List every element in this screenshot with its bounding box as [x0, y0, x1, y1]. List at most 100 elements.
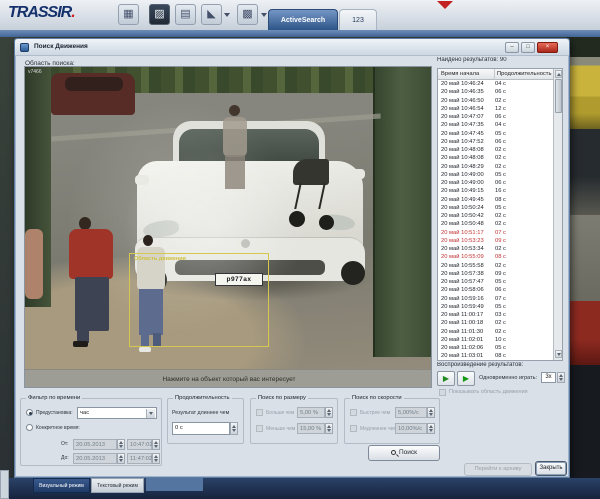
from-time-spinner[interactable] [152, 439, 160, 450]
baby-stroller[interactable] [287, 159, 339, 231]
to-time-spinner[interactable] [152, 453, 160, 464]
result-row[interactable]: 20 май 10:59:1607 с [438, 295, 553, 303]
selection-close-icon[interactable]: × [260, 254, 265, 263]
slower-than-checkbox[interactable] [350, 425, 357, 432]
result-row[interactable]: 20 май 11:01:3002 с [438, 328, 553, 336]
duration-spinner[interactable] [230, 422, 238, 435]
result-row[interactable]: 20 май 10:47:3504 с [438, 121, 553, 129]
column-duration[interactable]: Продолжительность [495, 71, 552, 77]
show-motion-area-checkbox[interactable] [439, 389, 446, 396]
size-filter-title: Поиск по размеру [256, 395, 308, 401]
result-row[interactable]: 20 май 10:47:5206 с [438, 138, 553, 146]
result-row[interactable]: 20 май 10:49:0006 с [438, 179, 553, 187]
result-row[interactable]: 20 май 10:55:5802 с [438, 262, 553, 270]
result-row[interactable]: 20 май 10:46:3506 с [438, 88, 553, 96]
bigger-than-checkbox[interactable] [256, 409, 263, 416]
close-window-button[interactable]: × [537, 42, 558, 53]
bigger-than-value[interactable]: 5,00 % [297, 407, 325, 418]
minimize-button[interactable]: – [505, 42, 519, 53]
pointer-icon[interactable]: ◣ [201, 4, 222, 25]
result-row[interactable]: 20 май 10:50:4202 с [438, 212, 553, 220]
result-row[interactable]: 20 май 10:50:4802 с [438, 220, 553, 228]
result-row[interactable]: 20 май 10:57:4705 с [438, 278, 553, 286]
result-row[interactable]: 20 май 11:03:0108 с [438, 352, 553, 360]
bigger-than-spinner[interactable] [325, 407, 333, 418]
result-row[interactable]: 20 май 10:53:2309 с [438, 237, 553, 245]
results-table-header[interactable]: Время началаПродолжительность [438, 69, 562, 80]
result-row[interactable]: 20 май 11:02:0110 с [438, 336, 553, 344]
result-row[interactable]: 20 май 10:50:2405 с [438, 204, 553, 212]
dialog-titlebar[interactable]: Поиск Движения – □ × [15, 39, 569, 56]
time-filter-title: Фильтр по времени [26, 395, 82, 401]
scroll-down-icon[interactable] [555, 350, 562, 358]
result-row[interactable]: 20 май 10:49:1516 с [438, 187, 553, 195]
document-icon[interactable]: ▤ [175, 4, 196, 25]
tab-activesearch[interactable]: ActiveSearch [268, 9, 338, 30]
scroll-up-icon[interactable] [555, 70, 562, 78]
to-time-field[interactable]: 11:47:02 [127, 453, 152, 464]
result-row[interactable]: 20 май 10:46:5002 с [438, 97, 553, 105]
result-row[interactable]: 20 май 10:51:1707 с [438, 229, 553, 237]
chevron-down-icon[interactable] [224, 13, 230, 17]
video-preview[interactable]: р977ах Область движения × v7466 Нажмите … [24, 66, 432, 388]
play-all-button[interactable]: ▶ [457, 371, 475, 386]
maximize-button[interactable]: □ [521, 42, 535, 53]
result-row[interactable]: 20 май 10:57:3809 с [438, 270, 553, 278]
pedestrian-by-car[interactable] [221, 105, 251, 191]
result-row[interactable]: 20 май 10:48:2902 с [438, 163, 553, 171]
found-results-label: Найдено результатов: 90 [437, 57, 507, 63]
result-row[interactable]: 20 май 11:00:1703 с [438, 311, 553, 319]
result-row[interactable]: 20 май 10:46:5412 с [438, 105, 553, 113]
to-date-spinner[interactable] [117, 453, 125, 464]
result-row[interactable]: 20 май 10:47:4505 с [438, 130, 553, 138]
from-date-field[interactable]: 20.05.2013 [73, 439, 117, 450]
result-row[interactable]: 20 май 10:49:0005 с [438, 171, 553, 179]
result-row[interactable]: 20 май 11:02:0605 с [438, 344, 553, 352]
go-to-archive-button[interactable]: Перейти к архиву [464, 463, 532, 476]
screens-icon[interactable]: ▦ [118, 4, 139, 25]
result-row[interactable]: 20 май 10:58:0606 с [438, 286, 553, 294]
specific-time-radio[interactable] [26, 424, 33, 431]
result-row[interactable]: 20 май 10:48:0802 с [438, 146, 553, 154]
slower-than-value[interactable]: 10,00%/с [395, 423, 427, 434]
smaller-than-checkbox[interactable] [256, 425, 263, 432]
column-start-time[interactable]: Время начала [438, 69, 495, 80]
from-date-spinner[interactable] [117, 439, 125, 450]
result-row[interactable]: 20 май 10:47:0706 с [438, 113, 553, 121]
result-row[interactable]: 20 май 11:00:1802 с [438, 319, 553, 327]
simultaneous-spinner[interactable] [557, 372, 565, 383]
search-button[interactable]: Поиск [368, 445, 440, 461]
pedestrian-red-shirt[interactable] [65, 217, 117, 347]
tab-text-mode[interactable]: Текстовый режим [91, 478, 144, 493]
tab-123[interactable]: 123 [339, 9, 377, 30]
results-scrollbar[interactable] [553, 69, 562, 360]
from-time-field[interactable]: 10:47:02 [127, 439, 152, 450]
smaller-than-value[interactable]: 15,00 % [297, 423, 325, 434]
play-button[interactable]: ▶ [437, 371, 455, 386]
duration-value-field[interactable]: 0 с [172, 422, 230, 435]
scrollbar-thumb[interactable] [555, 79, 562, 113]
to-date-field[interactable]: 20.05.2013 [73, 453, 117, 464]
result-row[interactable]: 20 май 10:55:0908 с [438, 253, 553, 261]
result-row[interactable]: 20 май 10:49:4508 с [438, 196, 553, 204]
slower-than-spinner[interactable] [427, 423, 435, 434]
smaller-than-spinner[interactable] [325, 423, 333, 434]
simultaneous-value-field[interactable]: 3x [541, 372, 556, 383]
selection-box[interactable]: Область движения × [129, 253, 269, 347]
preset-radio[interactable] [26, 409, 33, 416]
dropdown-arrow-icon[interactable] [146, 409, 155, 418]
edit-icon[interactable]: ▨ [149, 4, 170, 25]
tab-visual-mode[interactable]: Визуальный режим [33, 478, 90, 493]
preset-dropdown[interactable]: час [77, 407, 157, 419]
schedule-icon[interactable]: ▩ [237, 4, 258, 25]
faster-than-spinner[interactable] [427, 407, 435, 418]
close-button[interactable]: Закрыть [535, 461, 567, 476]
result-row[interactable]: 20 май 10:46:2404 с [438, 80, 553, 88]
result-row[interactable]: 20 май 10:48:0802 с [438, 154, 553, 162]
faster-than-checkbox[interactable] [350, 409, 357, 416]
chevron-down-icon[interactable] [261, 13, 267, 17]
result-row[interactable]: 20 май 10:59:4905 с [438, 303, 553, 311]
result-row[interactable]: 20 май 10:53:3402 с [438, 245, 553, 253]
faster-than-value[interactable]: 5,00%/с [395, 407, 427, 418]
bottom-left-scroll[interactable] [0, 470, 9, 499]
